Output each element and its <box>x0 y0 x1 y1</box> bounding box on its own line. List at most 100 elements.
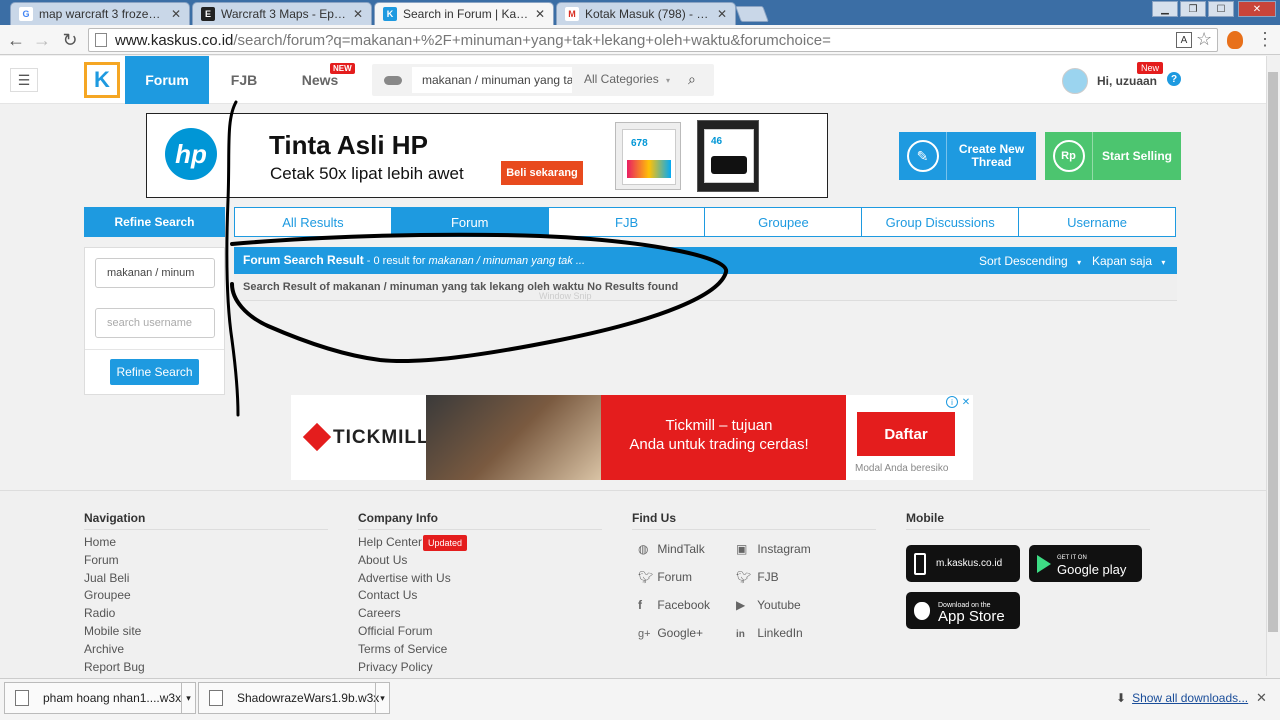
address-bar[interactable]: www.kaskus.co.id/search/forum?q=makanan+… <box>88 28 1218 52</box>
search-icon[interactable]: ⌕ <box>688 71 696 88</box>
app-store-badge[interactable]: Download on the App Store <box>906 592 1020 629</box>
footer-link[interactable]: Forum <box>84 552 145 570</box>
daftar-button[interactable]: Daftar <box>857 412 955 456</box>
cart-number: 46 <box>711 136 723 147</box>
tab-group-discussions[interactable]: Group Discussions <box>862 208 1020 236</box>
footer-link[interactable]: Official Forum <box>358 623 451 641</box>
extension-icon[interactable] <box>1227 31 1243 49</box>
back-icon[interactable]: ← <box>4 28 28 52</box>
footer-link[interactable]: Archive <box>84 641 145 659</box>
sort-label: Sort Descending <box>979 254 1068 268</box>
time-dropdown[interactable]: Kapan saja ▾ <box>1092 254 1165 268</box>
window-close-button[interactable]: ✕ <box>1238 1 1276 17</box>
close-icon[interactable]: ✕ <box>171 7 181 21</box>
updated-badge: Updated <box>423 535 468 551</box>
translate-icon[interactable]: A <box>1176 32 1192 48</box>
tab-groupee[interactable]: Groupee <box>705 208 863 236</box>
instagram-link[interactable]: ▣ Instagram <box>736 535 811 563</box>
nav-fjb[interactable]: FJB <box>218 56 270 104</box>
show-all-label: Show all downloads... <box>1132 691 1249 705</box>
news-badge: NEW <box>330 63 355 74</box>
sort-dropdown[interactable]: Sort Descending ▾ <box>979 254 1081 268</box>
refine-search-button[interactable]: Refine Search <box>110 359 199 385</box>
ink-cartridge-image: 678 <box>615 122 681 190</box>
bookmark-star-icon[interactable]: ☆ <box>1196 29 1212 50</box>
menu-icon[interactable]: ⋮ <box>1256 29 1274 50</box>
start-selling-button[interactable]: Rp Start Selling <box>1045 132 1181 180</box>
ad-close-icon[interactable]: ✕ <box>960 396 972 408</box>
google-play-badge[interactable]: GET IT ON Google play <box>1029 545 1142 582</box>
browser-tab[interactable]: E Warcraft 3 Maps - Epic Wa ✕ <box>192 2 372 25</box>
page-icon <box>95 33 107 47</box>
help-icon[interactable]: ? <box>1167 72 1181 86</box>
pen-icon: ✎ <box>906 140 939 172</box>
footer-link[interactable]: Mobile site <box>84 623 145 641</box>
facebook-link[interactable]: f Facebook <box>638 591 710 619</box>
search-mode-icon[interactable] <box>384 76 402 85</box>
create-thread-button[interactable]: ✎ Create New Thread <box>899 132 1036 180</box>
tab-title: Kotak Masuk (798) - uzuan <box>585 7 711 21</box>
show-all-downloads-link[interactable]: ⬇ Show all downloads... <box>1116 691 1248 705</box>
browser-tab[interactable]: G map warcraft 3 frozen thro ✕ <box>10 2 190 25</box>
browser-tab[interactable]: M Kotak Masuk (798) - uzuan ✕ <box>556 2 736 25</box>
download-item[interactable]: ShadowrazeWars1.9b.w3x ▾ <box>198 682 390 714</box>
scrollbar-thumb[interactable] <box>1268 72 1278 632</box>
ink-cartridge-image: 46 <box>697 120 759 192</box>
footer-link[interactable]: Privacy Policy <box>358 659 451 677</box>
forum-twitter-link[interactable]: 🐦︎ Forum <box>638 563 710 591</box>
tab-fjb[interactable]: FJB <box>549 208 706 236</box>
browser-tab-active[interactable]: K Search in Forum | Kaskus ✕ <box>374 2 554 25</box>
footer-link[interactable]: Radio <box>84 605 145 623</box>
tab-username[interactable]: Username <box>1019 208 1175 236</box>
hamburger-icon[interactable]: ☰ <box>10 68 38 92</box>
tickmill-banner-ad[interactable]: TICKMILL Tickmill – tujuan Anda untuk tr… <box>291 395 973 480</box>
refine-search-panel: makanan / minum search username Refine S… <box>84 247 225 395</box>
footer-link[interactable]: Jual Beli <box>84 570 145 588</box>
reload-icon[interactable]: ↻ <box>58 28 82 52</box>
kaskus-logo[interactable]: K <box>84 62 120 98</box>
category-select[interactable]: All Categories ▾ <box>584 72 670 86</box>
download-item[interactable]: pham hoang nhan1....w3x ▾ <box>4 682 196 714</box>
footer-link[interactable]: About Us <box>358 552 451 570</box>
tab-all-results[interactable]: All Results <box>235 208 392 236</box>
maximize-button[interactable]: ☐ <box>1208 1 1234 17</box>
forward-icon[interactable]: → <box>30 28 54 52</box>
tickmill-brand: TICKMILL <box>333 427 430 448</box>
footer-link[interactable]: Terms of Service <box>358 641 451 659</box>
chevron-down-icon[interactable]: ▾ <box>375 683 389 713</box>
chevron-down-icon[interactable]: ▾ <box>181 683 195 713</box>
keyword-input[interactable]: makanan / minum <box>95 258 215 288</box>
minimize-button[interactable]: ▁ <box>1152 1 1178 17</box>
close-downloads-icon[interactable]: ✕ <box>1256 690 1267 706</box>
close-icon[interactable]: ✕ <box>717 7 727 21</box>
fjb-twitter-link[interactable]: 🐦︎ FJB <box>736 563 811 591</box>
instagram-icon: ▣ <box>736 542 748 556</box>
tab-forum[interactable]: Forum <box>391 208 549 236</box>
restore-button[interactable]: ❐ <box>1180 1 1206 17</box>
footer-link[interactable]: Groupee <box>84 587 145 605</box>
user-greeting[interactable]: Hi, uzuaan <box>1097 74 1157 88</box>
footer-link[interactable]: Careers <box>358 605 451 623</box>
linkedin-link[interactable]: in LinkedIn <box>736 619 811 649</box>
adchoices-icon[interactable]: i <box>946 396 958 408</box>
nav-forum[interactable]: Forum <box>125 56 209 104</box>
googleplus-link[interactable]: g+ Google+ <box>638 619 710 648</box>
mindtalk-link[interactable]: ◍ MindTalk <box>638 535 710 563</box>
hp-cta-button[interactable]: Beli sekarang <box>501 161 583 185</box>
cart-number: 678 <box>631 138 648 149</box>
footer-link[interactable]: Report Bug <box>84 659 145 677</box>
username-input[interactable]: search username <box>95 308 215 338</box>
footer-link[interactable]: Home <box>84 534 145 552</box>
footer-link[interactable]: Advertise with Us <box>358 570 451 588</box>
apple-icon <box>914 601 930 620</box>
hp-banner-ad[interactable]: hp Tinta Asli HP Cetak 50x lipat lebih a… <box>146 113 828 198</box>
search-input[interactable]: makanan / minuman yang ta <box>412 67 572 93</box>
new-tab-button[interactable] <box>735 6 769 22</box>
youtube-link[interactable]: ▶ Youtube <box>736 591 811 619</box>
close-icon[interactable]: ✕ <box>353 7 363 21</box>
mobile-site-badge[interactable]: m.kaskus.co.id <box>906 545 1020 582</box>
close-icon[interactable]: ✕ <box>535 7 545 21</box>
avatar[interactable] <box>1062 68 1088 94</box>
tab-title: Search in Forum | Kaskus <box>403 7 529 21</box>
footer-link[interactable]: Contact Us <box>358 587 451 605</box>
